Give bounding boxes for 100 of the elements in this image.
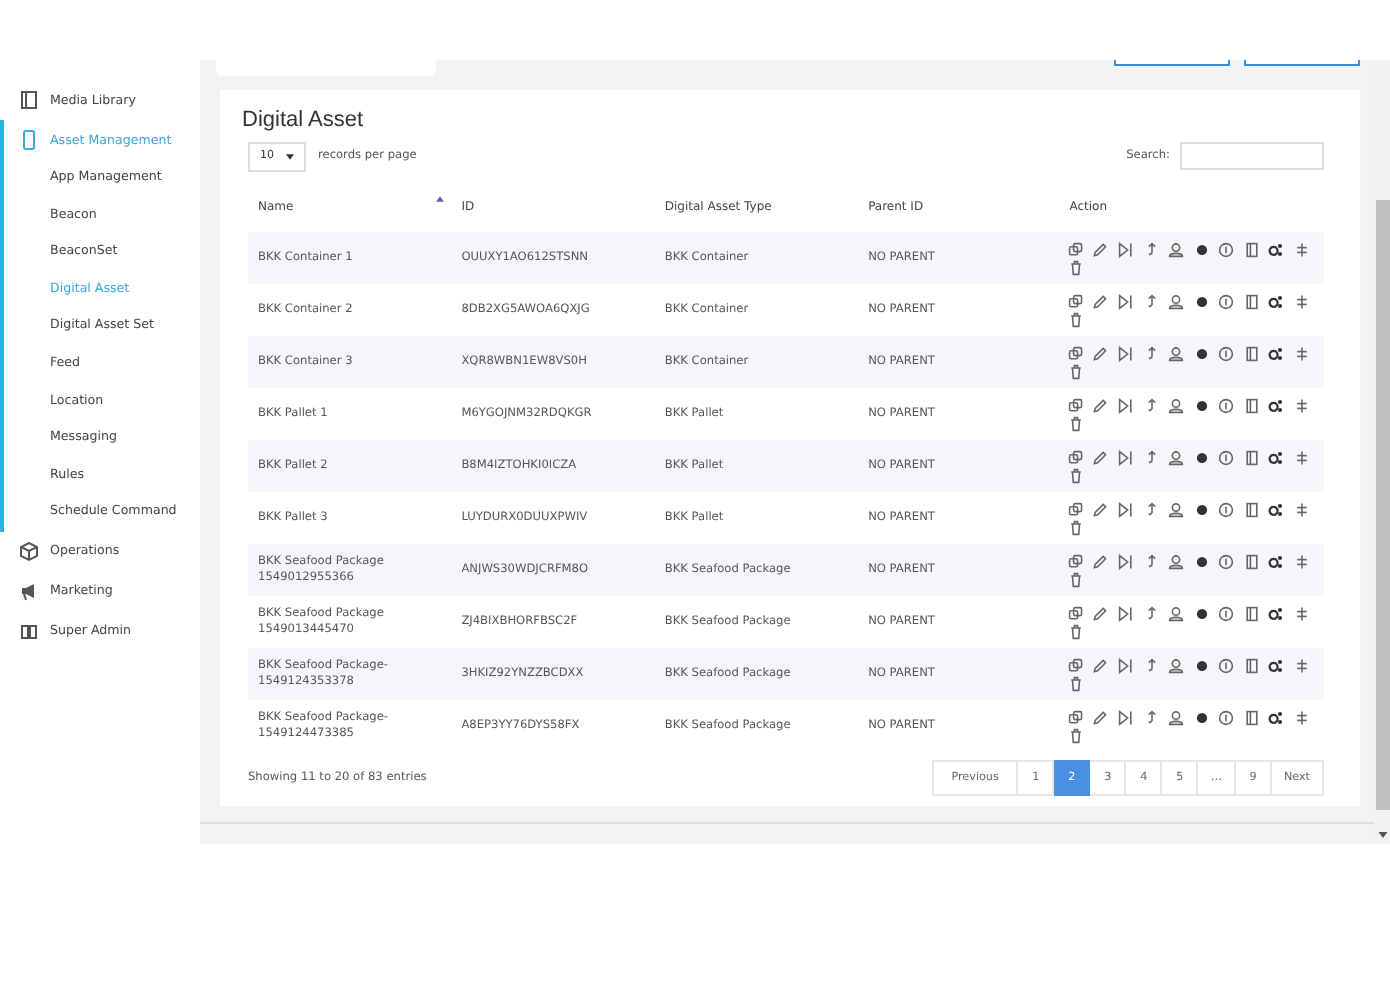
gears-icon[interactable]	[1268, 710, 1285, 726]
info-icon[interactable]	[1218, 398, 1235, 414]
copy-icon[interactable]	[1067, 398, 1084, 414]
user-icon[interactable]	[1168, 502, 1185, 518]
gears-icon[interactable]	[1268, 242, 1285, 258]
search-field[interactable]	[1180, 142, 1324, 170]
trash-icon[interactable]	[1067, 728, 1084, 744]
info-icon[interactable]	[1218, 346, 1235, 362]
pencil-icon[interactable]	[1092, 398, 1109, 414]
upload-icon[interactable]	[1143, 242, 1160, 258]
door-icon[interactable]	[1243, 346, 1260, 362]
pencil-icon[interactable]	[1092, 710, 1109, 726]
sliders-icon[interactable]	[1294, 242, 1311, 258]
pencil-icon[interactable]	[1092, 502, 1109, 518]
step-forward-icon[interactable]	[1117, 294, 1134, 310]
upload-icon[interactable]	[1143, 554, 1160, 570]
user-icon[interactable]	[1168, 658, 1185, 674]
trash-icon[interactable]	[1067, 312, 1084, 328]
upload-icon[interactable]	[1143, 658, 1160, 674]
info-icon[interactable]	[1218, 658, 1235, 674]
upload-icon[interactable]	[1143, 398, 1160, 414]
copy-icon[interactable]	[1067, 294, 1084, 310]
sliders-icon[interactable]	[1294, 658, 1311, 674]
pencil-icon[interactable]	[1092, 554, 1109, 570]
trash-icon[interactable]	[1067, 468, 1084, 484]
dot-icon[interactable]	[1193, 554, 1210, 570]
user-icon[interactable]	[1168, 554, 1185, 570]
gears-icon[interactable]	[1268, 606, 1285, 622]
scroll-down-icon[interactable]	[1377, 832, 1387, 838]
sliders-icon[interactable]	[1294, 294, 1311, 310]
upload-icon[interactable]	[1143, 294, 1160, 310]
sliders-icon[interactable]	[1294, 502, 1311, 518]
info-icon[interactable]	[1218, 450, 1235, 466]
info-icon[interactable]	[1218, 502, 1235, 518]
info-icon[interactable]	[1218, 606, 1235, 622]
pencil-icon[interactable]	[1092, 294, 1109, 310]
step-forward-icon[interactable]	[1117, 606, 1134, 622]
sliders-icon[interactable]	[1294, 346, 1311, 362]
upload-icon[interactable]	[1143, 710, 1160, 726]
copy-icon[interactable]	[1067, 346, 1084, 362]
copy-icon[interactable]	[1067, 554, 1084, 570]
user-icon[interactable]	[1168, 450, 1185, 466]
upload-icon[interactable]	[1143, 502, 1160, 518]
dot-icon[interactable]	[1193, 294, 1210, 310]
user-icon[interactable]	[1168, 242, 1185, 258]
dot-icon[interactable]	[1193, 450, 1210, 466]
info-icon[interactable]	[1218, 294, 1235, 310]
gears-icon[interactable]	[1268, 658, 1285, 674]
door-icon[interactable]	[1243, 502, 1260, 518]
door-icon[interactable]	[1243, 554, 1260, 570]
dot-icon[interactable]	[1193, 710, 1210, 726]
trash-icon[interactable]	[1067, 676, 1084, 692]
dot-icon[interactable]	[1193, 606, 1210, 622]
gears-icon[interactable]	[1268, 398, 1285, 414]
step-forward-icon[interactable]	[1117, 502, 1134, 518]
user-icon[interactable]	[1168, 398, 1185, 414]
trash-icon[interactable]	[1067, 364, 1084, 380]
sliders-icon[interactable]	[1294, 606, 1311, 622]
trash-icon[interactable]	[1067, 520, 1084, 536]
copy-icon[interactable]	[1067, 242, 1084, 258]
scrollbar-thumb[interactable]	[1375, 200, 1389, 810]
upload-icon[interactable]	[1143, 346, 1160, 362]
door-icon[interactable]	[1243, 450, 1260, 466]
copy-icon[interactable]	[1067, 658, 1084, 674]
step-forward-icon[interactable]	[1117, 554, 1134, 570]
sliders-icon[interactable]	[1294, 710, 1311, 726]
dot-icon[interactable]	[1193, 502, 1210, 518]
step-forward-icon[interactable]	[1117, 658, 1134, 674]
copy-icon[interactable]	[1067, 450, 1084, 466]
step-forward-icon[interactable]	[1117, 450, 1134, 466]
sliders-icon[interactable]	[1294, 398, 1311, 414]
upload-icon[interactable]	[1143, 606, 1160, 622]
dot-icon[interactable]	[1193, 346, 1210, 362]
upload-icon[interactable]	[1143, 450, 1160, 466]
step-forward-icon[interactable]	[1117, 710, 1134, 726]
trash-icon[interactable]	[1067, 416, 1084, 432]
dot-icon[interactable]	[1193, 242, 1210, 258]
step-forward-icon[interactable]	[1117, 242, 1134, 258]
pencil-icon[interactable]	[1092, 346, 1109, 362]
info-icon[interactable]	[1218, 242, 1235, 258]
pencil-icon[interactable]	[1092, 606, 1109, 622]
door-icon[interactable]	[1243, 398, 1260, 414]
dot-icon[interactable]	[1193, 658, 1210, 674]
info-icon[interactable]	[1218, 710, 1235, 726]
gears-icon[interactable]	[1268, 346, 1285, 362]
copy-icon[interactable]	[1067, 606, 1084, 622]
dot-icon[interactable]	[1193, 398, 1210, 414]
user-icon[interactable]	[1168, 346, 1185, 362]
copy-icon[interactable]	[1067, 502, 1084, 518]
pencil-icon[interactable]	[1092, 658, 1109, 674]
pencil-icon[interactable]	[1092, 450, 1109, 466]
gears-icon[interactable]	[1268, 294, 1285, 310]
trash-icon[interactable]	[1067, 624, 1084, 640]
sliders-icon[interactable]	[1294, 554, 1311, 570]
door-icon[interactable]	[1243, 606, 1260, 622]
info-icon[interactable]	[1218, 554, 1235, 570]
gears-icon[interactable]	[1268, 502, 1285, 518]
door-icon[interactable]	[1243, 710, 1260, 726]
user-icon[interactable]	[1168, 294, 1185, 310]
sliders-icon[interactable]	[1294, 450, 1311, 466]
